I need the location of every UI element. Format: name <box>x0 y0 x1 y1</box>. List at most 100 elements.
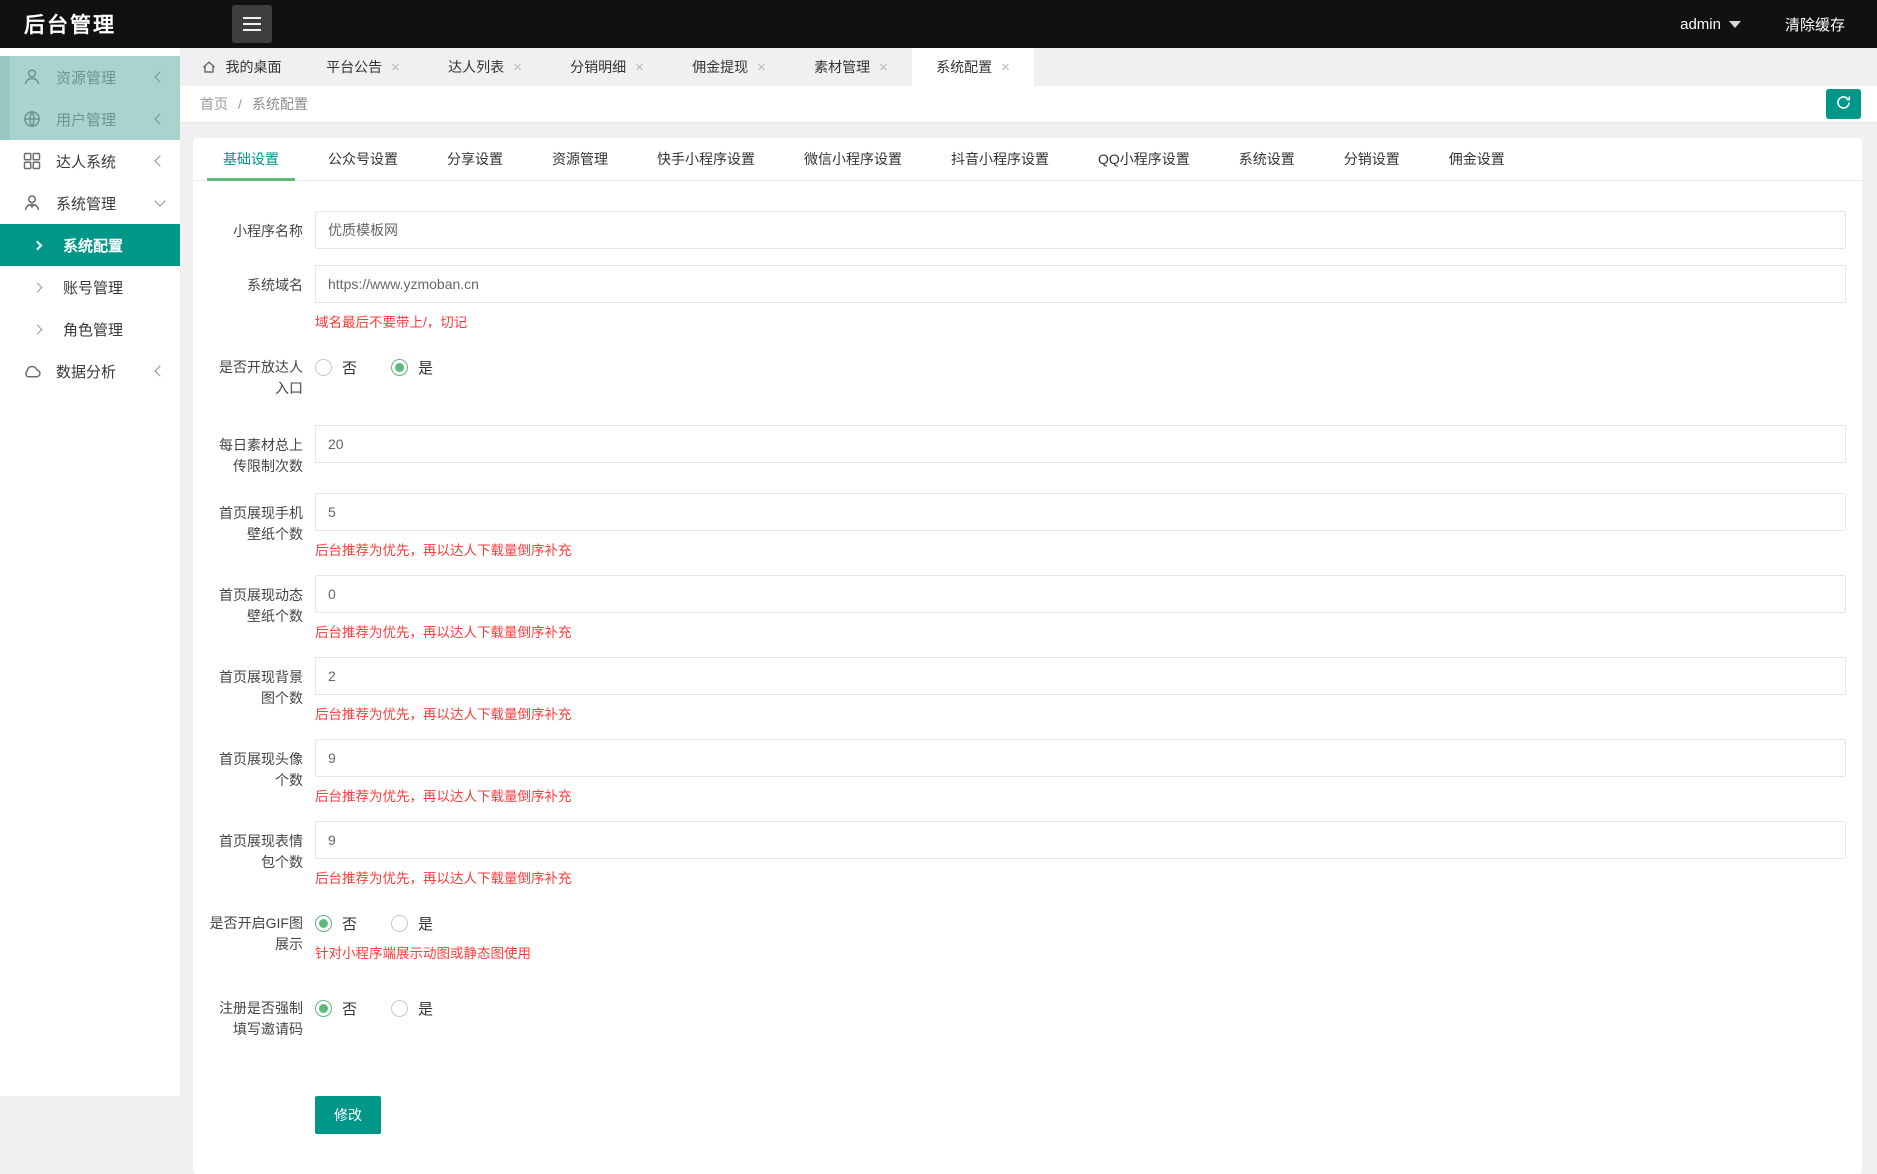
arrow-right-icon <box>33 240 43 250</box>
field-label: 首页展现表情包个数 <box>209 821 303 887</box>
miniapp-name-input[interactable] <box>315 211 1846 249</box>
sidebar-item-resources[interactable]: 资源管理 <box>0 56 180 98</box>
close-icon[interactable] <box>513 60 522 75</box>
close-icon[interactable] <box>635 60 644 75</box>
window-tab-label: 佣金提现 <box>692 57 748 77</box>
field-hint: 后台推荐为优先，再以达人下载量倒序补充 <box>315 539 1846 559</box>
field-hint: 域名最后不要带上/，切记 <box>315 311 1846 331</box>
background-count-input[interactable] <box>315 657 1846 695</box>
system-domain-input[interactable] <box>315 265 1846 303</box>
sidebar-subitem-label: 系统配置 <box>63 235 123 256</box>
clear-cache-button[interactable]: 清除缓存 <box>1785 14 1845 35</box>
settings-tabs: 基础设置 公众号设置 分享设置 资源管理 快手小程序设置 微信小程序设置 抖音小… <box>193 138 1862 181</box>
radio-no[interactable]: 否 <box>315 357 357 378</box>
tab-share-settings[interactable]: 分享设置 <box>431 138 519 180</box>
form-row-home-emoji-pack-count: 首页展现表情包个数 后台推荐为优先，再以达人下载量倒序补充 <box>209 821 1846 887</box>
close-icon[interactable] <box>757 60 766 75</box>
sidebar-subitem-system-config[interactable]: 系统配置 <box>0 224 180 266</box>
window-tab-commission-withdraw[interactable]: 佣金提现 <box>668 48 790 86</box>
close-icon[interactable] <box>1001 60 1010 75</box>
tab-label: 资源管理 <box>552 149 608 169</box>
window-tab-label: 分销明细 <box>570 57 626 77</box>
refresh-icon <box>1835 94 1852 114</box>
sidebar-item-label: 用户管理 <box>56 109 116 130</box>
basic-settings-form: 小程序名称 系统域名 域名最后不要带上/，切记 是否开放达人入口 <box>193 181 1862 1174</box>
form-row-home-live-wallpaper-count: 首页展现动态壁纸个数 后台推荐为优先，再以达人下载量倒序补充 <box>209 575 1846 641</box>
sidebar-item-label: 资源管理 <box>56 67 116 88</box>
tab-label: 微信小程序设置 <box>804 149 902 169</box>
close-icon[interactable] <box>391 60 400 75</box>
radio-yes[interactable]: 是 <box>391 998 433 1019</box>
radio-no[interactable]: 否 <box>315 998 357 1019</box>
sidebar-item-data-analysis[interactable]: 数据分析 <box>0 350 180 392</box>
sidebar-item-label: 系统管理 <box>56 193 116 214</box>
window-tab-system-config[interactable]: 系统配置 <box>912 48 1034 86</box>
avatar-count-input[interactable] <box>315 739 1846 777</box>
field-label: 注册是否强制填写邀请码 <box>209 988 303 1040</box>
radio-icon <box>391 915 408 932</box>
sidebar-item-talent-system[interactable]: 达人系统 <box>0 140 180 182</box>
tab-wechat-miniapp-settings[interactable]: 微信小程序设置 <box>788 138 918 180</box>
grid-icon <box>22 151 42 171</box>
tab-basic-settings[interactable]: 基础设置 <box>207 138 295 180</box>
chevron-left-icon <box>154 71 165 82</box>
close-icon[interactable] <box>879 60 888 75</box>
tab-distribution-settings[interactable]: 分销设置 <box>1328 138 1416 180</box>
tab-label: 分销设置 <box>1344 149 1400 169</box>
radio-icon <box>391 359 408 376</box>
breadcrumb-separator: / <box>238 96 242 112</box>
tab-qq-miniapp-settings[interactable]: QQ小程序设置 <box>1082 138 1206 180</box>
arrow-right-icon <box>33 282 43 292</box>
window-tab-talent-list[interactable]: 达人列表 <box>424 48 546 86</box>
tab-label: 佣金设置 <box>1449 149 1505 169</box>
sidebar: 资源管理 用户管理 达人系统 系统管理 系统配置 <box>0 48 180 1096</box>
refresh-button[interactable] <box>1826 89 1861 119</box>
window-tab-material-management[interactable]: 素材管理 <box>790 48 912 86</box>
user-icon <box>22 67 42 87</box>
tab-commission-settings[interactable]: 佣金设置 <box>1433 138 1521 180</box>
daily-upload-limit-input[interactable] <box>315 425 1846 463</box>
sidebar-item-users[interactable]: 用户管理 <box>0 98 180 140</box>
form-row-home-phone-wallpaper-count: 首页展现手机壁纸个数 后台推荐为优先，再以达人下载量倒序补充 <box>209 493 1846 559</box>
radio-no[interactable]: 否 <box>315 913 357 934</box>
window-tab-distribution-detail[interactable]: 分销明细 <box>546 48 668 86</box>
tab-kuaishou-miniapp-settings[interactable]: 快手小程序设置 <box>641 138 771 180</box>
tab-douyin-miniapp-settings[interactable]: 抖音小程序设置 <box>935 138 1065 180</box>
hamburger-menu-icon[interactable] <box>232 5 272 43</box>
chevron-left-icon <box>154 113 165 124</box>
tab-resource-management[interactable]: 资源管理 <box>536 138 624 180</box>
topbar: 后台管理 admin 清除缓存 <box>0 0 1877 48</box>
form-row-home-background-count: 首页展现背景图个数 后台推荐为优先，再以达人下载量倒序补充 <box>209 657 1846 723</box>
field-label: 首页展现背景图个数 <box>209 657 303 723</box>
window-tab-desktop[interactable]: 我的桌面 <box>180 48 302 86</box>
breadcrumb-home[interactable]: 首页 <box>200 94 228 114</box>
radio-label: 否 <box>342 357 357 378</box>
radio-label: 是 <box>418 357 433 378</box>
emoji-pack-count-input[interactable] <box>315 821 1846 859</box>
window-tab-platform-notice[interactable]: 平台公告 <box>302 48 424 86</box>
chevron-left-icon <box>154 155 165 166</box>
tab-system-settings[interactable]: 系统设置 <box>1223 138 1311 180</box>
caret-down-icon <box>1729 21 1741 28</box>
topbar-right: admin 清除缓存 <box>1680 14 1877 35</box>
radio-yes[interactable]: 是 <box>391 357 433 378</box>
sidebar-item-system-management[interactable]: 系统管理 <box>0 182 180 224</box>
sidebar-subitem-account-management[interactable]: 账号管理 <box>0 266 180 308</box>
phone-wallpaper-count-input[interactable] <box>315 493 1846 531</box>
field-hint: 后台推荐为优先，再以达人下载量倒序补充 <box>315 621 1846 641</box>
submit-button[interactable]: 修改 <box>315 1096 381 1134</box>
field-label: 首页展现头像个数 <box>209 739 303 805</box>
field-hint: 后台推荐为优先，再以达人下载量倒序补充 <box>315 703 1846 723</box>
user-dropdown[interactable]: admin <box>1680 16 1741 33</box>
radio-icon <box>315 915 332 932</box>
live-wallpaper-count-input[interactable] <box>315 575 1846 613</box>
field-label: 系统域名 <box>209 265 303 331</box>
field-label: 每日素材总上传限制次数 <box>209 425 303 477</box>
tab-official-account-settings[interactable]: 公众号设置 <box>312 138 414 180</box>
field-hint: 针对小程序端展示动图或静态图使用 <box>315 942 1846 962</box>
form-row-gif-display: 是否开启GIF图展示 否 是 针对小程序端展示动图或静态图使用 <box>209 903 1846 962</box>
form-row-system-domain: 系统域名 域名最后不要带上/，切记 <box>209 265 1846 331</box>
sidebar-subitem-role-management[interactable]: 角色管理 <box>0 308 180 350</box>
radio-yes[interactable]: 是 <box>391 913 433 934</box>
sidebar-subitem-label: 角色管理 <box>63 319 123 340</box>
